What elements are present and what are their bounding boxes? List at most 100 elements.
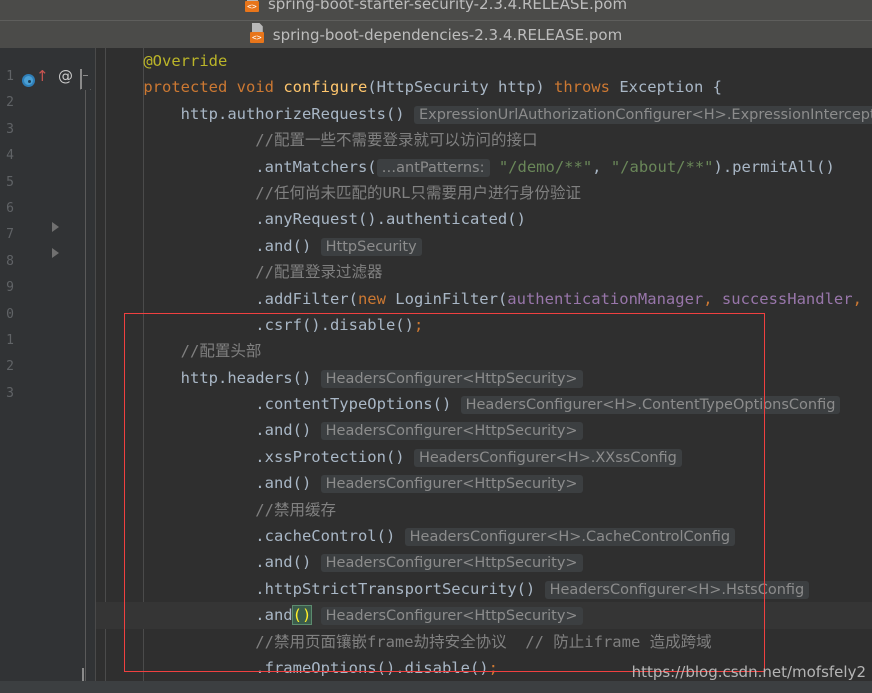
line-xssprotection[interactable]: .xssProtection() HeadersConfigurer<H>.XX…: [96, 444, 872, 470]
code-token-ann: @Override: [106, 52, 228, 70]
code-token-pun: .xssProtection(): [106, 447, 414, 466]
line-number: 0: [6, 306, 14, 322]
line-and-4-caret[interactable]: .and() HeadersConfigurer<HttpSecurity>: [96, 602, 872, 629]
line-authorize-requests[interactable]: http.authorizeRequests() ExpressionUrlAu…: [96, 101, 872, 127]
code-text-area[interactable]: @Override protected void configure(HttpS…: [96, 48, 872, 693]
code-token-kw: new: [357, 289, 396, 308]
code-token-semi: ,: [703, 289, 722, 308]
line-number: 5: [6, 174, 14, 190]
code-token-pun: .and(): [106, 421, 321, 440]
line-number: 8: [6, 253, 14, 269]
line-number: 2: [6, 95, 14, 111]
code-token-pun: .antMatchers(: [106, 157, 377, 176]
popup-item-label-1: spring-boot-dependencies-2.3.4.RELEASE.p…: [272, 26, 623, 44]
code-token-hint: HeadersConfigurer<H>.CacheControlConfig: [404, 528, 736, 547]
line-and-1[interactable]: .and() HeadersConfigurer<HttpSecurity>: [96, 417, 872, 443]
code-token-kw: throws: [553, 78, 620, 97]
code-token-hint: ExpressionUrlAuthorizationConfigurer<H>.…: [413, 105, 872, 124]
pom-file-icon: <>: [244, 0, 261, 12]
line-and-3[interactable]: .and() HeadersConfigurer<HttpSecurity>: [96, 549, 872, 575]
line-antmatchers[interactable]: .antMatchers(…antPatterns: "/demo/**", "…: [96, 154, 872, 180]
code-token-kw: protected: [106, 78, 237, 97]
code-token-pun: .frameOptions().disable(): [106, 658, 489, 677]
line-number: 3: [6, 121, 14, 137]
file-popup-strip: <> spring-boot-starter-security-2.3.4.RE…: [0, 0, 872, 49]
line-number-column: 1 2 3 4 5 6 7 8 9 0 1 2 3: [0, 48, 16, 407]
line-comment-loginfilter[interactable]: //配置登录过滤器: [96, 259, 872, 285]
code-token-hint: HeadersConfigurer<HttpSecurity>: [320, 554, 583, 573]
code-token-fld: successHandler: [721, 289, 853, 308]
code-token-cmt: //任何尚未匹配的URL只需要用户进行身份验证: [106, 183, 581, 202]
code-token-pun: (: [367, 78, 377, 97]
line-override[interactable]: @Override: [96, 48, 872, 74]
code-token-typ: HttpSecurity http: [376, 78, 536, 97]
up-arrow-icon[interactable]: ↑: [36, 69, 49, 84]
code-token-hint: HttpSecurity: [320, 237, 422, 256]
line-number: 6: [6, 200, 14, 216]
code-token-hint: HeadersConfigurer<HttpSecurity>: [320, 475, 583, 494]
line-number: 4: [6, 148, 14, 164]
code-token-semi: ;: [488, 658, 498, 677]
code-token-pun: .and: [106, 606, 293, 625]
fold-region-line: [85, 90, 86, 682]
code-token-typ: Exception: [619, 78, 713, 97]
code-token-fld: authenticationManager: [507, 289, 704, 308]
collapse-arrow-icon-2[interactable]: [52, 248, 59, 258]
line-http-headers[interactable]: http.headers() HeadersConfigurer<HttpSec…: [96, 365, 872, 391]
pom-icon-glyph: <>: [244, 1, 259, 12]
line-comment-permit[interactable]: //配置一些不需要登录就可以访问的接口: [96, 127, 872, 153]
code-token-hint: HeadersConfigurer<HttpSecurity>: [320, 607, 583, 626]
line-number: 3: [6, 385, 14, 401]
code-token-typ: LoginFilter(: [395, 289, 508, 308]
code-token-pun: .addFilter(: [106, 289, 358, 308]
line-configure-signature[interactable]: protected void configure(HttpSecurity ht…: [96, 74, 872, 100]
code-token-kw: void: [236, 78, 284, 97]
code-editor[interactable]: 1 2 3 4 5 6 7 8 9 0 1 2 3 ↑ @ @Override protected vo…: [0, 48, 872, 693]
line-number: 1: [6, 69, 14, 84]
popup-item-0[interactable]: <> spring-boot-starter-security-2.3.4.RE…: [0, 0, 872, 21]
override-method-icon[interactable]: [22, 74, 35, 87]
code-token-pun: http.headers(): [106, 368, 321, 387]
code-token-pun: .contentTypeOptions(): [106, 395, 461, 414]
code-token-pun: ,: [592, 157, 611, 176]
line-and-2[interactable]: .and() HeadersConfigurer<HttpSecurity>: [96, 470, 872, 496]
code-token-pun: ).permitAll(): [713, 157, 835, 176]
editor-gutter[interactable]: 1 2 3 4 5 6 7 8 9 0 1 2 3 ↑ @: [0, 48, 96, 693]
code-token-hint: HeadersConfigurer<HttpSecurity>: [320, 422, 583, 441]
code-token-pun: .and(): [106, 474, 321, 493]
code-token-hint: HeadersConfigurer<H>.HstsConfig: [544, 580, 810, 599]
code-token-pun: .cacheControl(): [106, 527, 405, 546]
line-number: 1: [6, 332, 14, 348]
line-comment-headers[interactable]: //配置头部: [96, 338, 872, 364]
line-and-httpsecurity[interactable]: .and() HttpSecurity: [96, 233, 872, 259]
code-token-cmt: //配置一些不需要登录就可以访问的接口: [106, 131, 538, 150]
popup-item-1[interactable]: <> spring-boot-dependencies-2.3.4.RELEAS…: [0, 21, 872, 49]
code-token-pun: .and(): [106, 236, 321, 255]
line-anyrequest[interactable]: .anyRequest().authenticated(): [96, 206, 872, 232]
code-token-pun: .anyRequest().authenticated(): [106, 210, 526, 229]
code-token-pun: ): [535, 78, 554, 97]
pom-file-icon: <>: [249, 23, 266, 43]
line-csrf-disable[interactable]: .csrf().disable();: [96, 312, 872, 338]
code-token-cmt: //禁用页面镶嵌frame劫持安全协议 // 防止iframe 造成跨域: [106, 632, 712, 651]
line-comment-anyrequest[interactable]: //任何尚未匹配的URL只需要用户进行身份验证: [96, 180, 872, 206]
code-token-pun: .and(): [106, 553, 321, 572]
collapse-arrow-icon-1[interactable]: [52, 222, 59, 232]
line-hsts[interactable]: .httpStrictTransportSecurity() HeadersCo…: [96, 576, 872, 602]
code-token-brace-hl: (): [291, 605, 313, 626]
code-token-pun: [311, 606, 320, 624]
popup-item-label-0: spring-boot-starter-security-2.3.4.RELEA…: [267, 0, 628, 13]
code-token-cmt: //配置登录过滤器: [106, 263, 383, 282]
watermark-url: https://blog.csdn.net/mofsfely2: [631, 663, 866, 681]
code-token-hint: HeadersConfigurer<HttpSecurity>: [320, 369, 583, 388]
code-token-cmt: //禁用缓存: [106, 500, 336, 519]
code-token-pun: http.authorizeRequests(): [106, 104, 414, 123]
line-addfilter[interactable]: .addFilter(new LoginFilter(authenticatio…: [96, 286, 872, 312]
line-comment-frame[interactable]: //禁用页面镶嵌frame劫持安全协议 // 防止iframe 造成跨域: [96, 629, 872, 655]
line-contenttypeoptions[interactable]: .contentTypeOptions() HeadersConfigurer<…: [96, 391, 872, 417]
annotation-at-icon[interactable]: @: [58, 69, 73, 84]
fold-collapse-icon[interactable]: [80, 69, 88, 89]
code-token-cmt: //配置头部: [106, 342, 262, 361]
line-cachecontrol[interactable]: .cacheControl() HeadersConfigurer<H>.Cac…: [96, 523, 872, 549]
line-comment-cache[interactable]: //禁用缓存: [96, 497, 872, 523]
